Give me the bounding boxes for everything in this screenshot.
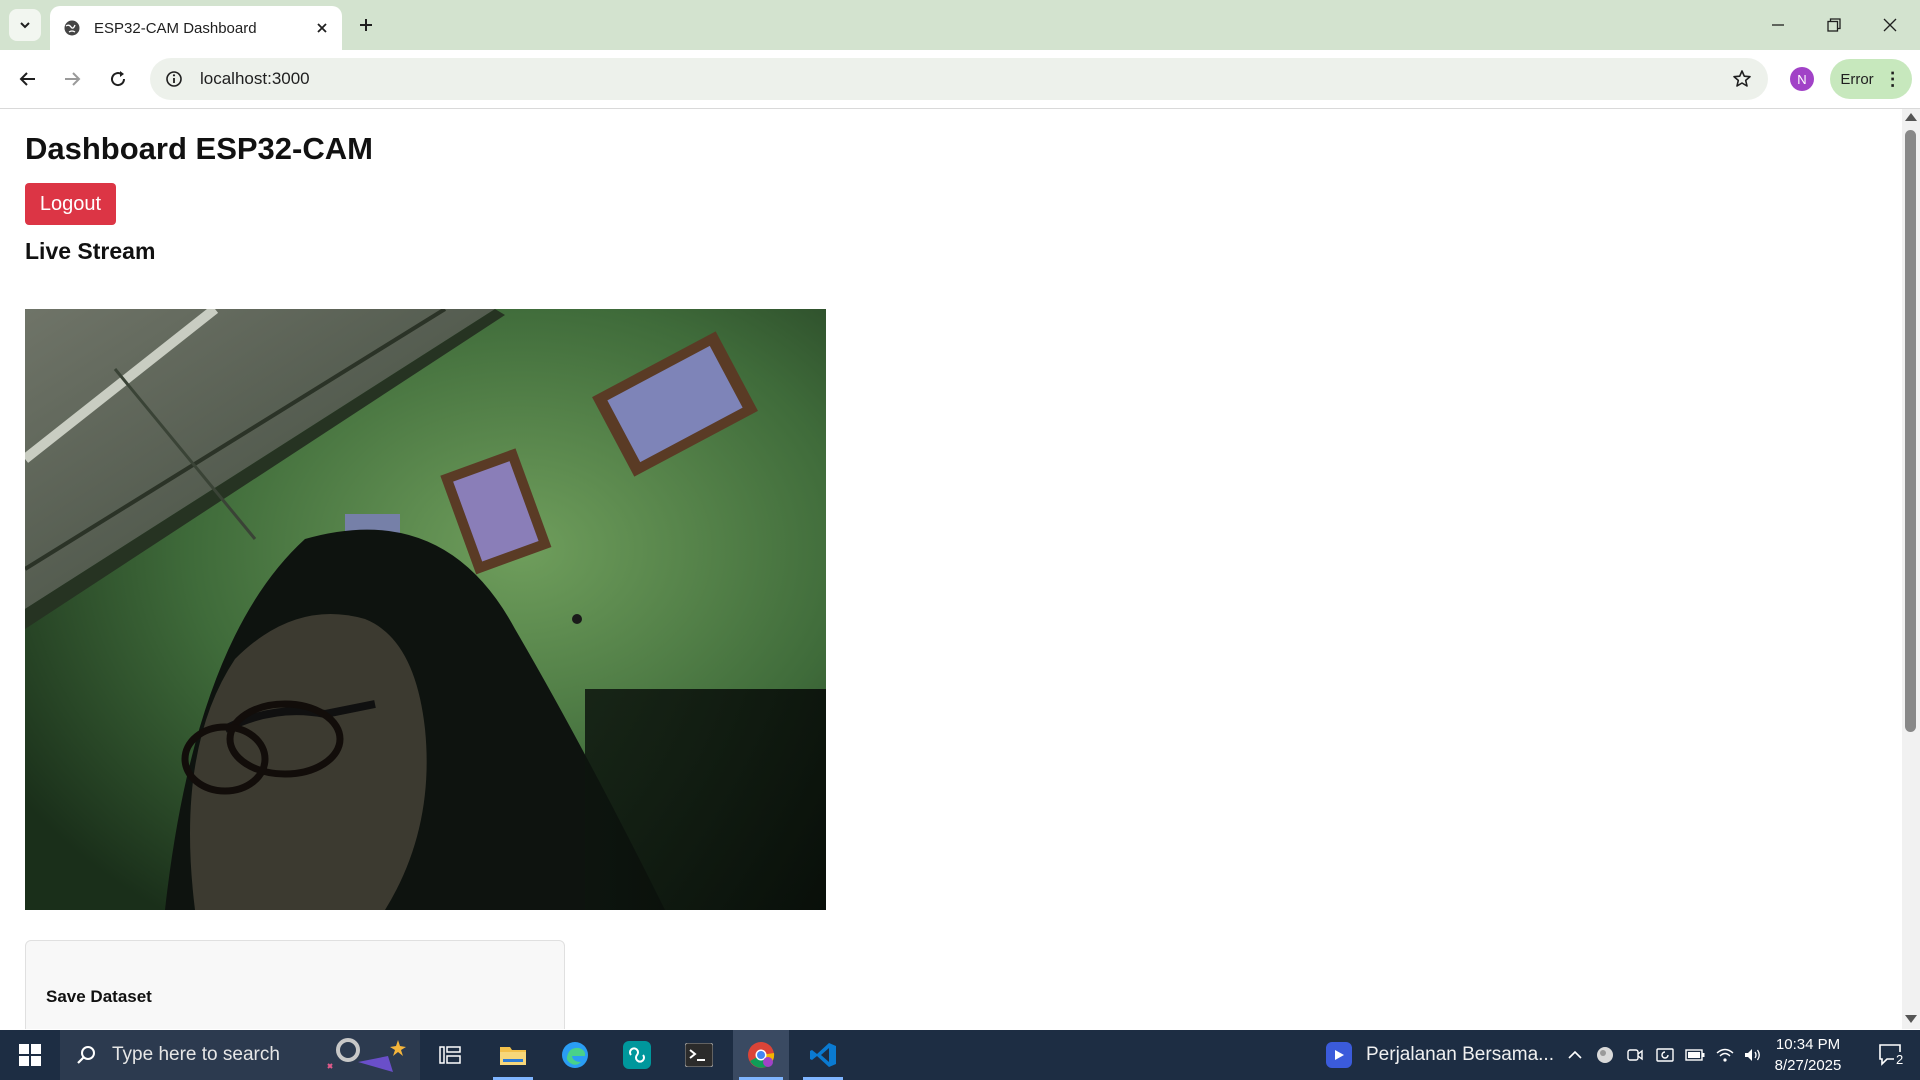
search-highlight-icon (327, 1038, 406, 1072)
notification-count: 2 (1894, 1052, 1906, 1067)
save-dataset-card: Save Dataset (25, 940, 565, 1029)
tray-meet-button[interactable] (1620, 1030, 1650, 1080)
minimize-icon (1772, 24, 1784, 26)
tray-globe-button[interactable] (1590, 1030, 1620, 1080)
terminal-icon (685, 1043, 713, 1067)
card-heading: Save Dataset (46, 987, 152, 1006)
clock[interactable]: 10:34 PM 8/27/2025 (1758, 1034, 1858, 1076)
restore-icon (1827, 18, 1841, 32)
page-viewport: Dashboard ESP32-CAM Logout Live Stream S… (0, 109, 1902, 1029)
close-icon (1883, 18, 1897, 32)
bookmark-star-icon[interactable] (1726, 63, 1758, 95)
edge-icon (562, 1042, 588, 1068)
battery-button[interactable] (1680, 1030, 1710, 1080)
new-tab-button[interactable] (352, 11, 380, 39)
vscode-icon (810, 1043, 836, 1067)
edge-button[interactable] (547, 1030, 603, 1080)
file-explorer-button[interactable] (485, 1030, 541, 1080)
chevron-up-icon (1568, 1050, 1582, 1059)
windows-logo-icon (19, 1044, 41, 1066)
stream-heading: Live Stream (25, 238, 156, 264)
folder-icon (500, 1047, 526, 1065)
scrollbar-thumb[interactable] (1905, 130, 1916, 732)
reload-button[interactable] (102, 63, 134, 95)
live-stream-image (25, 309, 826, 910)
address-bar[interactable]: localhost:3000 (150, 58, 1768, 100)
reload-icon (111, 71, 126, 87)
battery-icon (1685, 1049, 1705, 1061)
chrome-icon (748, 1042, 775, 1068)
logout-button[interactable]: Logout (25, 183, 116, 225)
error-menu-button[interactable]: Error ⋮ (1830, 59, 1912, 99)
taskbar-search[interactable]: Type here to search (60, 1030, 420, 1080)
tab-strip: ESP32-CAM Dashboard (0, 0, 1920, 50)
scroll-down-arrow-icon[interactable] (1905, 1015, 1917, 1023)
back-button[interactable] (12, 63, 44, 95)
search-placeholder: Type here to search (112, 1044, 280, 1065)
close-tab-icon[interactable] (310, 16, 334, 40)
arduino-button[interactable] (609, 1030, 665, 1080)
scroll-up-arrow-icon[interactable] (1905, 113, 1917, 121)
start-button[interactable] (0, 1030, 60, 1080)
camera-tray-icon (1627, 1049, 1643, 1061)
tab-search-button[interactable] (9, 9, 41, 41)
chrome-button[interactable] (733, 1030, 789, 1080)
arrow-right-icon (65, 72, 81, 86)
wifi-button[interactable] (1710, 1030, 1740, 1080)
browser-toolbar: localhost:3000 N Error ⋮ (0, 50, 1920, 109)
windows-taskbar: Type here to search Perjalanan Bersama..… (0, 1030, 1920, 1080)
minimize-button[interactable] (1750, 0, 1806, 50)
terminal-button[interactable] (671, 1030, 727, 1080)
url-text[interactable]: localhost:3000 (200, 69, 1726, 89)
wifi-icon (1716, 1048, 1734, 1062)
refresh-tray-icon (1656, 1048, 1674, 1062)
clock-time: 10:34 PM (1775, 1036, 1841, 1053)
error-label: Error (1840, 70, 1874, 88)
tab-title: ESP32-CAM Dashboard (94, 19, 257, 37)
plus-icon (360, 19, 372, 31)
tray-update-button[interactable] (1650, 1030, 1680, 1080)
play-icon (1326, 1042, 1352, 1068)
forward-button[interactable] (56, 63, 88, 95)
vscode-button[interactable] (795, 1030, 851, 1080)
close-window-button[interactable] (1862, 0, 1918, 50)
camera-frame (25, 309, 826, 910)
search-icon (74, 1043, 98, 1067)
globe-icon (62, 18, 82, 38)
arduino-icon (623, 1041, 651, 1069)
media-widget[interactable]: Perjalanan Bersama... (1326, 1030, 1554, 1080)
tab-esp32-dashboard[interactable]: ESP32-CAM Dashboard (50, 6, 342, 50)
more-vert-icon: ⋮ (1883, 68, 1902, 89)
arrow-left-icon (19, 72, 35, 86)
show-hidden-icons-button[interactable] (1560, 1030, 1590, 1080)
page-title: Dashboard ESP32-CAM (25, 131, 373, 166)
media-title: Perjalanan Bersama... (1366, 1044, 1554, 1065)
notification-center-button[interactable]: 2 (1866, 1030, 1916, 1080)
site-info-icon[interactable] (162, 67, 186, 91)
task-view-button[interactable] (422, 1030, 478, 1080)
task-view-icon (439, 1046, 461, 1064)
chevron-down-icon (20, 22, 30, 29)
clock-date: 8/27/2025 (1774, 1057, 1842, 1074)
profile-avatar[interactable]: N (1790, 67, 1814, 91)
restore-button[interactable] (1806, 0, 1862, 50)
globe-tray-icon (1597, 1047, 1613, 1063)
